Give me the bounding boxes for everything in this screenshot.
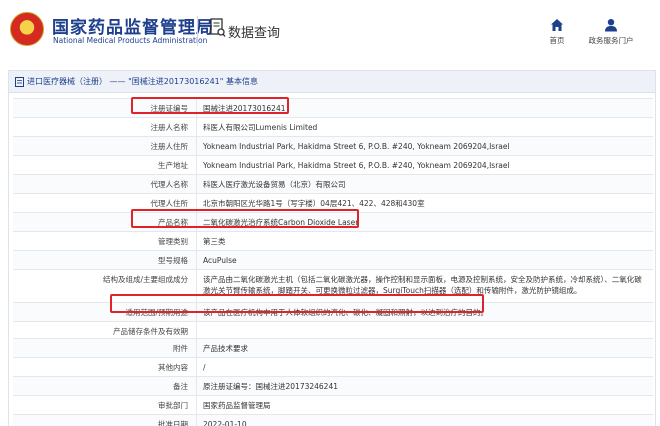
site-subtitle: National Medical Products Administration [53, 36, 208, 45]
row-value: AcuPulse [196, 251, 653, 269]
row-value: 原注册证编号：国械注进20173246241 [196, 376, 653, 395]
section-title: 进口医疗器械（注册） —— "国械注进20173016241" 基本信息 [27, 77, 258, 86]
table-row: 备注 原注册证编号：国械注进20173246241 [13, 376, 653, 396]
site-header: 国家药品监督管理局 National Medical Products Admi… [0, 0, 660, 64]
table-row: 管理类别 第三类 [13, 232, 653, 251]
highlight-box-intended-use [110, 294, 484, 313]
nav-home-link[interactable]: 首页 [545, 18, 569, 46]
header-divider [197, 16, 198, 46]
row-label: 型号规格 [158, 256, 188, 265]
row-label: 产品储存条件及有效期 [113, 327, 188, 336]
highlight-box-product-name [131, 209, 359, 228]
row-value: 产品技术要求 [196, 338, 653, 357]
row-label: 其他内容 [158, 362, 188, 372]
row-value: Yokneam Industrial Park, Hakidma Street … [196, 156, 653, 174]
nav-portal-label: 政务服务门户 [588, 36, 634, 45]
section-title-bar: 进口医疗器械（注册） —— "国械注进20173016241" 基本信息 [9, 71, 655, 93]
table-row: 产品储存条件及有效期 [13, 322, 653, 339]
row-value: Yokneam Industrial Park, Hakidma Street … [196, 137, 653, 155]
row-label: 注册人名称 [150, 123, 189, 132]
row-label: 审批部门 [158, 400, 188, 410]
table-row: 注册人住所 Yokneam Industrial Park, Hakidma St… [13, 137, 653, 156]
table-row: 注册人名称 科医人有限公司Lumenis Limited [13, 118, 653, 137]
nav-home-label: 首页 [549, 36, 565, 45]
row-label: 代理人名称 [150, 180, 189, 189]
national-emblem-icon [10, 12, 44, 46]
detail-table: 注册证编号 国械注进20173016241 注册人名称 科医人有限公司Lumenis … [13, 98, 653, 426]
detail-section: 进口医疗器械（注册） —— "国械注进20173016241" 基本信息 注册证… [8, 70, 656, 426]
row-label: 管理类别 [158, 237, 188, 246]
highlight-box-registration-number [131, 97, 289, 114]
row-value [196, 322, 653, 338]
document-icon [15, 76, 24, 87]
site-title[interactable]: 国家药品监督管理局 [52, 13, 214, 38]
home-icon [551, 19, 563, 31]
table-row: 审批部门 国家药品监督管理局 [13, 395, 653, 415]
table-row: 其他内容 / [13, 357, 653, 377]
row-value: 科医人医疗激光设备贸易（北京）有限公司 [196, 175, 653, 193]
table-row: 注册证编号 国械注进20173016241 [13, 99, 653, 118]
nav-portal-link[interactable]: 政务服务门户 [584, 18, 638, 46]
table-row: 代理人名称 科医人医疗激光设备贸易（北京）有限公司 [13, 175, 653, 194]
row-label: 生产地址 [158, 161, 188, 170]
row-value: 2022-01-10 [196, 414, 653, 426]
table-row: 生产地址 Yokneam Industrial Park, Hakidma Str… [13, 156, 653, 175]
row-label: 附件 [173, 343, 188, 353]
row-label: 备注 [173, 381, 188, 391]
user-icon [605, 19, 617, 32]
table-row: 批准日期 2022-01-10 [13, 414, 653, 426]
table-row: 附件 产品技术要求 [13, 338, 653, 358]
row-label: 批准日期 [158, 419, 188, 426]
row-value: / [196, 357, 653, 376]
row-value: 第三类 [196, 232, 653, 250]
table-row: 型号规格 AcuPulse [13, 251, 653, 270]
row-value: 国家药品监督管理局 [196, 395, 653, 414]
row-label: 注册人住所 [150, 142, 189, 151]
row-value: 科医人有限公司Lumenis Limited [196, 118, 653, 136]
data-query-label[interactable]: 数据查询 [228, 22, 280, 41]
data-query-icon [210, 18, 226, 37]
